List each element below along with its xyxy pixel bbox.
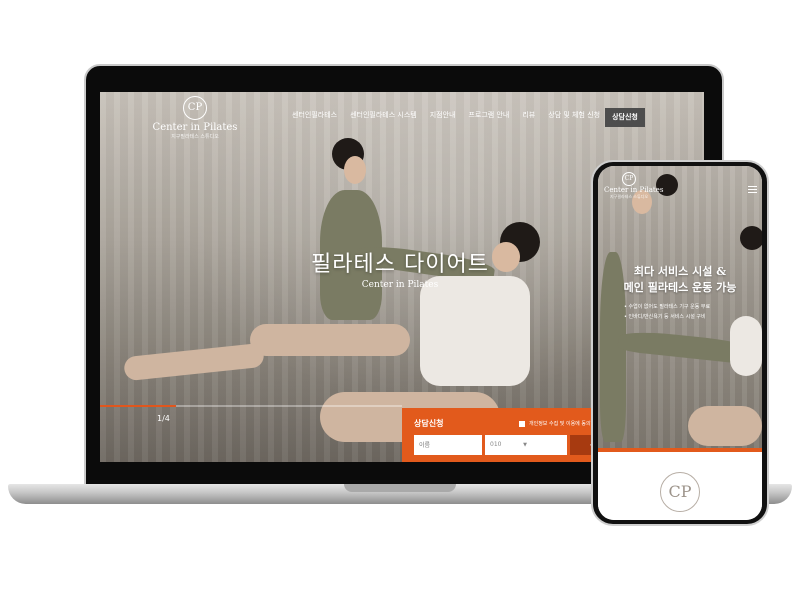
mobile-site-logo[interactable]: CP Center in Pilates 지구필라테스 스튜디오 [604,172,664,200]
phone-prefix-select[interactable]: 010 ▼ [485,435,567,455]
phone-prefix-value: 010 [490,441,502,448]
privacy-consent[interactable]: 개인정보 수집 및 이용에 동의합 [519,420,595,427]
logo-mark: CP [183,96,207,120]
logo-subtitle: 지구필라테스 스튜디오 [171,134,219,140]
mobile-hero-title-line-1: 최다 서비스 시설 & [633,265,727,278]
slide-progress-fill [100,405,176,407]
mobile-hero-bullets: 수업이 없어도 필라테스 기구 운동 무료 인바디/반신욕기 등 서비스 시설 … [624,302,760,322]
mobile-logo-name: Center in Pilates [604,186,664,194]
menu-line-icon [748,189,757,190]
nav-item-programs[interactable]: 프로그램 안내 [468,110,509,120]
privacy-consent-checkbox[interactable] [519,420,525,427]
device-mockup-stage: CP Center in Pilates 지구필라테스 스튜디오 센터인필라테스… [0,0,800,600]
slide-counter: 1/4 [157,414,170,423]
laptop-notch [344,484,456,492]
mobile-hero-title-line-2: 메인 필라테스 운동 가능 [623,281,737,294]
hero-title: 필라테스 다이어트 [311,252,489,277]
nav-item-reviews[interactable]: 리뷰 [522,110,535,120]
mobile-hero-bullet: 인바디/반신욕기 등 서비스 시설 구비 [624,312,760,322]
name-input[interactable] [414,435,482,455]
hamburger-menu-icon[interactable] [748,186,757,195]
phone-screen: CP Center in Pilates 지구필라테스 스튜디오 최다 서비스 … [598,166,762,520]
mobile-bottom-section: CP [598,452,762,520]
nav-item-about[interactable]: 센터인필라테스 [292,110,337,120]
mobile-logo-subtitle: 지구필라테스 스튜디오 [609,194,649,199]
person-legs-2-decor [123,342,265,382]
mobile-person-2-legs-decor [688,406,762,446]
mobile-logo-mark: CP [622,172,636,186]
site-logo[interactable]: CP Center in Pilates 지구필라테스 스튜디오 [150,96,240,140]
person-face-decor [344,156,366,184]
logo-name: Center in Pilates [152,122,238,133]
mobile-person-2-hair-decor [740,226,762,250]
nav-item-consult-trial[interactable]: 상담 및 체험 신청 [548,110,600,120]
menu-line-icon [748,192,757,193]
mobile-bottom-logo-mark: CP [660,472,700,512]
person-legs-decor [250,324,410,356]
person-2-top-decor [420,276,530,386]
slide-progress-bar [100,405,402,407]
privacy-consent-label: 개인정보 수집 및 이용에 동의합 [529,421,596,427]
consult-cta-button[interactable]: 상담신청 [605,108,645,127]
nav-item-system[interactable]: 센터인필라테스 시스템 [350,110,417,120]
menu-line-icon [748,186,757,187]
mobile-hero-bullet: 수업이 없어도 필라테스 기구 운동 무료 [624,302,760,312]
hero-subtitle: Center in Pilates [361,280,439,290]
main-nav: 센터인필라테스 센터인필라테스 시스템 지점안내 프로그램 안내 리뷰 상담 및… [292,110,600,120]
consult-form-title: 상담신청 [414,419,444,428]
nav-item-locations[interactable]: 지점안내 [430,110,456,120]
mobile-person-2-top-decor [730,316,762,376]
chevron-down-icon: ▼ [523,442,527,448]
mobile-hero-title: 최다 서비스 시설 & 메인 필라테스 운동 가능 [600,264,760,296]
